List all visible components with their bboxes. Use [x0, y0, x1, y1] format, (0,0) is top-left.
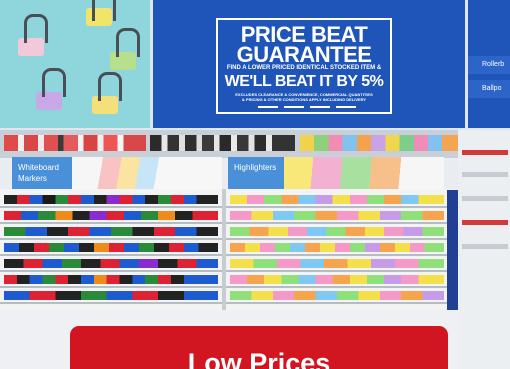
highlighter-row	[230, 275, 444, 284]
pen-row	[4, 195, 218, 204]
banner-offer: WE'LL BEAT IT BY 5%	[224, 73, 384, 90]
packaged-products	[150, 135, 295, 151]
binder-clip-wire	[98, 72, 122, 101]
shelf-edge	[0, 270, 458, 272]
low-prices-label: Low Prices	[187, 348, 331, 369]
highlighter-row	[230, 243, 444, 252]
pen-row	[4, 259, 218, 268]
binder-clip-wire	[92, 0, 116, 21]
highlighter-graphic-panel	[284, 157, 444, 189]
whiteboard-markers-sign: Whiteboard Markers	[12, 157, 72, 189]
side-rack-bar	[462, 150, 508, 155]
marker-graphic-panel	[72, 157, 222, 189]
banner-dash	[336, 106, 356, 108]
binder-clip-display	[0, 0, 150, 128]
store-photo: PRICE BEAT GUARANTEE FIND A LOWER PRICED…	[0, 0, 510, 369]
binder-clip-wire	[42, 68, 66, 97]
packaged-products	[300, 135, 458, 151]
binder-clip-wire	[116, 28, 140, 57]
highlighter-row	[230, 259, 444, 268]
highlighter-row	[230, 195, 444, 204]
side-rack	[458, 130, 510, 369]
side-sign-ballpoint: Ballpo	[468, 80, 510, 98]
side-rack-bar	[462, 172, 508, 177]
shelf-edge	[0, 206, 458, 208]
binder-clip-wire	[24, 14, 48, 43]
side-rack-bar	[462, 244, 508, 249]
shelf-edge	[0, 286, 458, 288]
shelf-edge	[0, 254, 458, 256]
side-sign-rollerball: Rollerb	[468, 56, 510, 74]
highlighters-sign: Highlighters	[228, 157, 284, 189]
price-beat-sign: PRICE BEAT GUARANTEE FIND A LOWER PRICED…	[216, 18, 392, 114]
shelf-edge	[0, 238, 458, 240]
side-rack-bar	[462, 196, 508, 201]
highlighter-row	[230, 291, 444, 300]
pen-row	[4, 243, 218, 252]
banner-fine-print-2: & PRICING & OTHER CONDITIONS APPLY INCLU…	[241, 97, 367, 102]
side-rack-bar	[462, 220, 508, 225]
low-prices-button[interactable]: Low Prices	[70, 326, 448, 369]
pen-row	[4, 211, 218, 220]
pen-row	[4, 227, 218, 236]
banner-dash	[284, 106, 304, 108]
banner-dash	[310, 106, 330, 108]
pen-row	[4, 275, 218, 284]
highlighter-row	[230, 227, 444, 236]
banner-subtitle: FIND A LOWER PRICED IDENTICAL STOCKED IT…	[226, 65, 382, 71]
banner-dash	[258, 106, 278, 108]
highlighter-row	[230, 211, 444, 220]
aisle-side-sign: Rollerb Ballpo	[468, 0, 510, 128]
shelf-edge	[0, 222, 458, 224]
packaged-products	[4, 135, 146, 151]
pen-row	[4, 291, 218, 300]
shelf-edge	[0, 302, 458, 304]
